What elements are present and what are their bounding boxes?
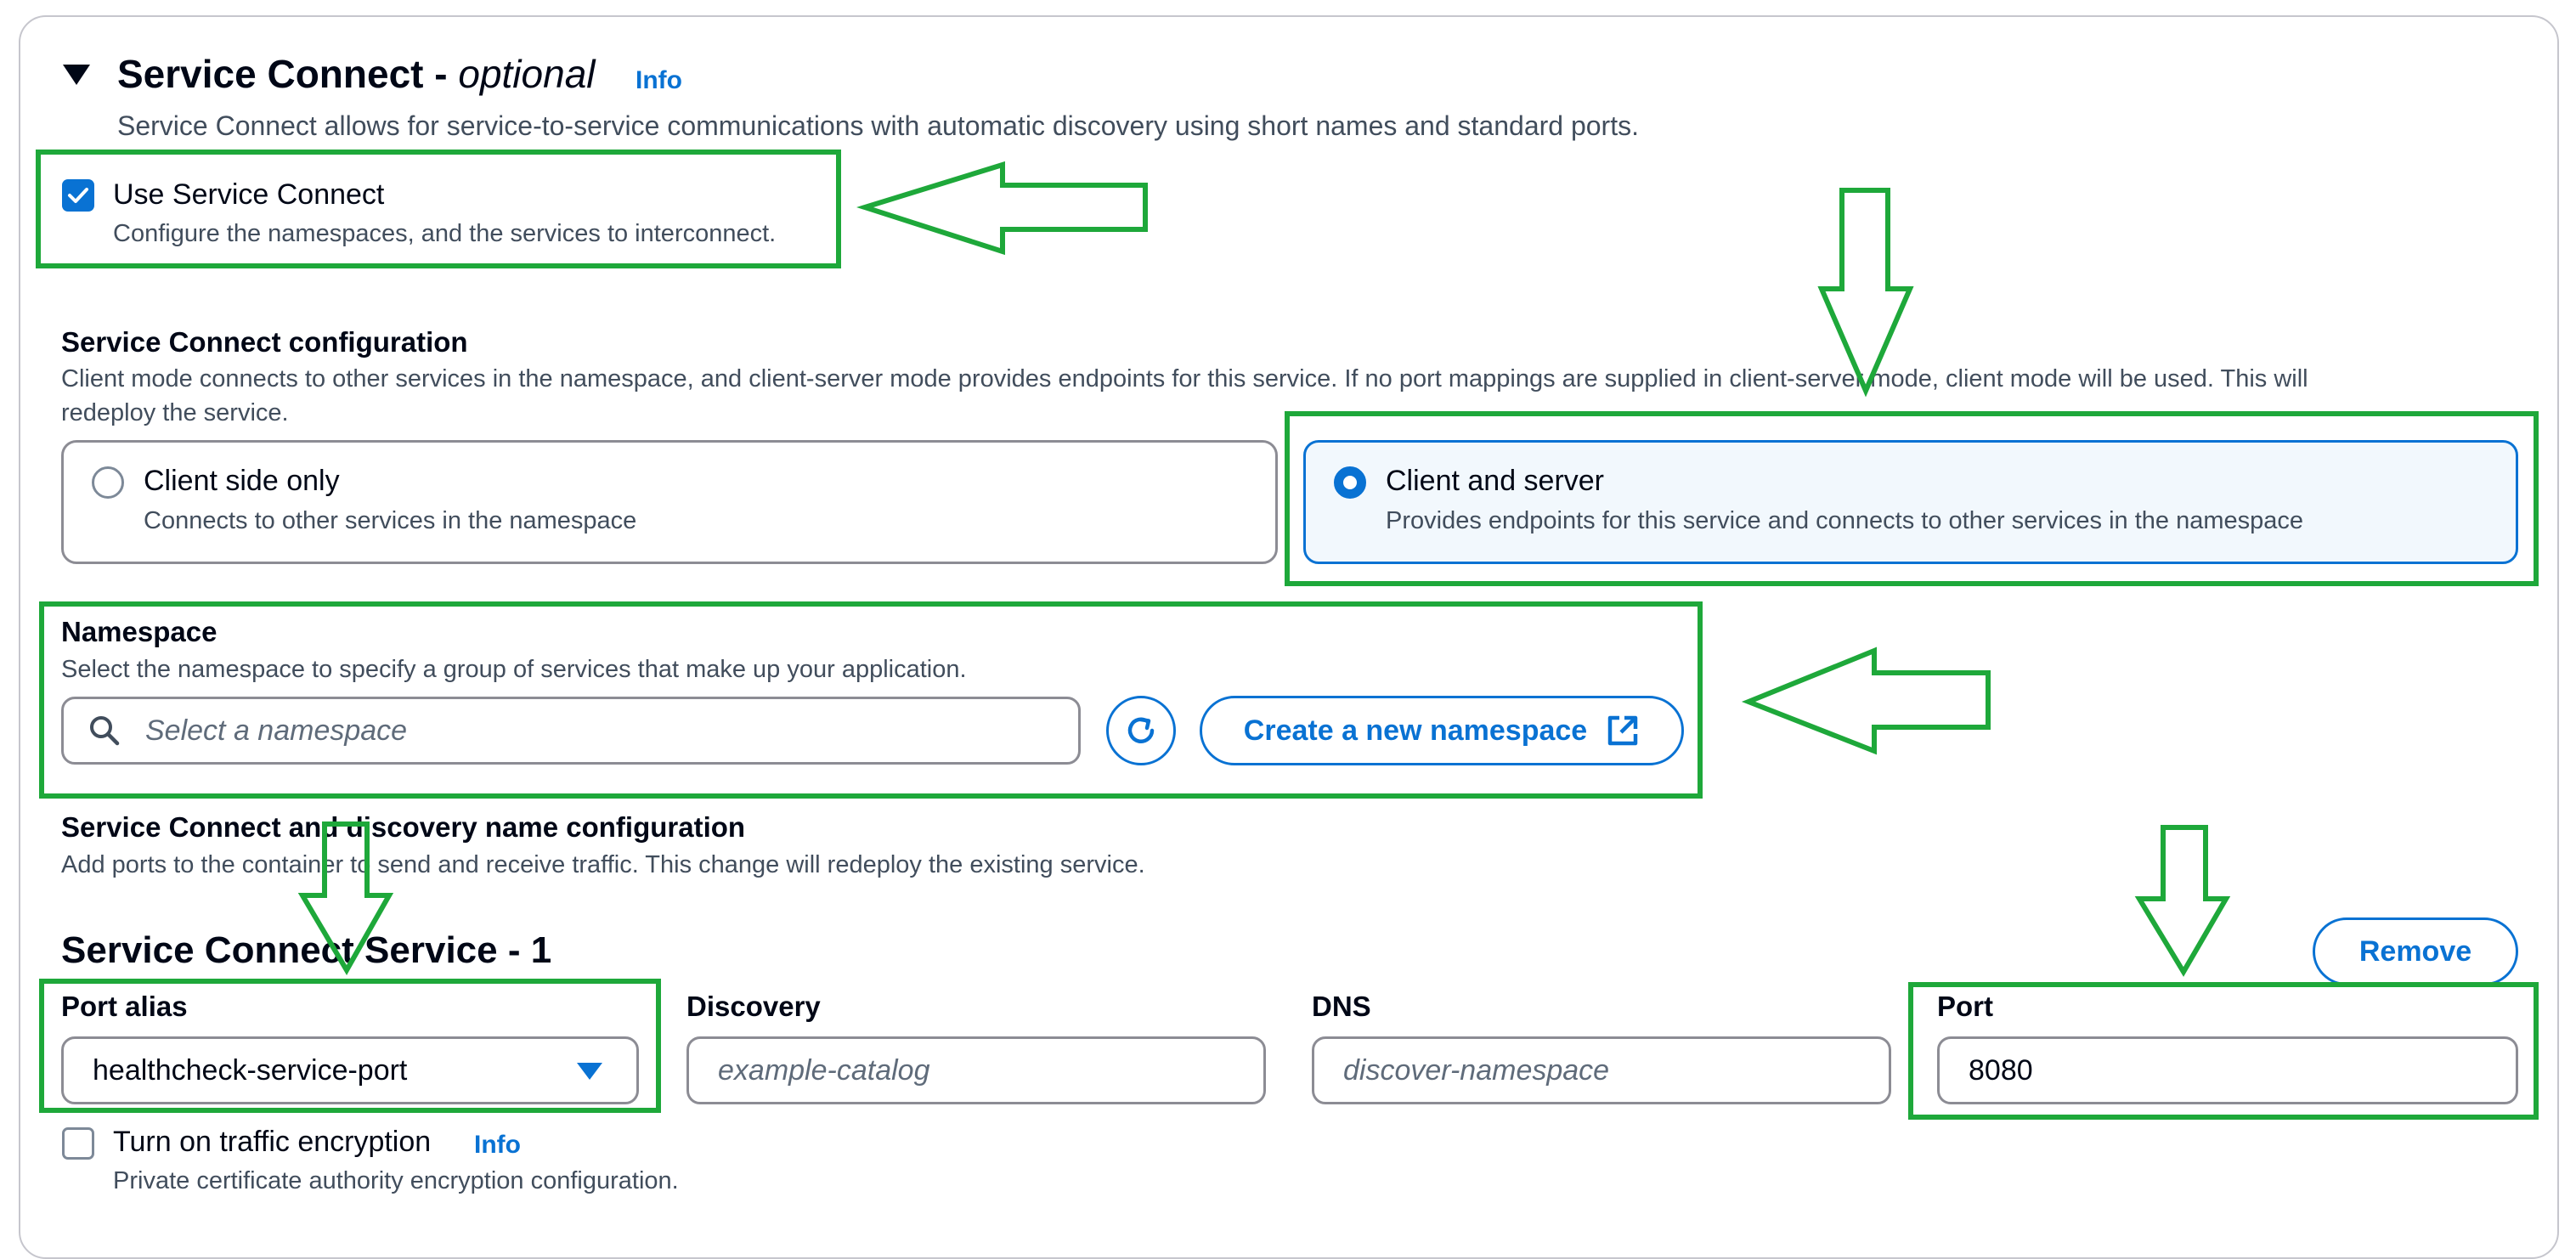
port-alias-value: healthcheck-service-port xyxy=(93,1053,408,1087)
namespace-description: Select the namespace to specify a group … xyxy=(61,656,967,683)
client-side-only-description: Connects to other services in the namesp… xyxy=(144,507,637,534)
dns-input[interactable]: discover-namespace xyxy=(1312,1036,1891,1104)
traffic-encryption-label[interactable]: Turn on traffic encryption xyxy=(113,1126,431,1159)
discovery-input[interactable]: example-catalog xyxy=(686,1036,1266,1104)
traffic-encryption-info-link[interactable]: Info xyxy=(474,1131,521,1160)
port-label: Port xyxy=(1937,991,1993,1022)
discovery-config-description: Add ports to the container to send and r… xyxy=(61,851,1145,878)
client-side-only-label: Client side only xyxy=(144,465,340,497)
port-value: 8080 xyxy=(1969,1053,2033,1087)
remove-button[interactable]: Remove xyxy=(2313,917,2518,985)
section-title: Service Connect - optional xyxy=(117,52,596,96)
config-description-line1: Client mode connects to other services i… xyxy=(61,365,2308,392)
discovery-placeholder: example-catalog xyxy=(718,1053,930,1087)
expand-caret-icon[interactable] xyxy=(63,63,90,91)
port-input[interactable]: 8080 xyxy=(1937,1036,2518,1104)
namespace-search-input[interactable]: Select a namespace xyxy=(61,697,1081,765)
refresh-button[interactable] xyxy=(1106,696,1176,765)
discovery-config-label: Service Connect and discovery name confi… xyxy=(61,811,746,843)
config-description-line2: redeploy the service. xyxy=(61,399,289,426)
refresh-icon xyxy=(1127,717,1155,743)
create-namespace-button[interactable]: Create a new namespace xyxy=(1200,696,1684,765)
dns-placeholder: discover-namespace xyxy=(1343,1053,1610,1087)
option-client-side-only[interactable]: Client side only Connects to other servi… xyxy=(61,440,1278,564)
use-service-connect-label[interactable]: Use Service Connect xyxy=(113,178,384,212)
use-service-connect-description: Configure the namespaces, and the servic… xyxy=(113,220,777,247)
dns-label: DNS xyxy=(1312,991,1371,1022)
port-alias-label: Port alias xyxy=(61,991,188,1022)
create-namespace-label: Create a new namespace xyxy=(1243,714,1588,747)
namespace-placeholder: Select a namespace xyxy=(145,714,408,747)
discovery-label: Discovery xyxy=(686,991,821,1022)
checkmark-icon xyxy=(68,188,88,203)
port-alias-select[interactable]: healthcheck-service-port xyxy=(61,1036,639,1104)
dropdown-caret-icon xyxy=(577,1063,602,1080)
section-description: Service Connect allows for service-to-se… xyxy=(117,110,1639,141)
option-client-and-server[interactable]: Client and server Provides endpoints for… xyxy=(1303,440,2518,564)
traffic-encryption-checkbox[interactable] xyxy=(62,1127,94,1160)
client-side-only-radio[interactable] xyxy=(92,466,124,499)
client-and-server-radio[interactable] xyxy=(1334,466,1366,499)
client-and-server-label: Client and server xyxy=(1386,465,1605,497)
traffic-encryption-description: Private certificate authority encryption… xyxy=(113,1167,679,1194)
search-icon xyxy=(90,716,120,746)
service-title: Service Connect Service - 1 xyxy=(61,929,552,971)
external-link-icon xyxy=(1607,715,1638,746)
namespace-label: Namespace xyxy=(61,616,217,647)
client-and-server-description: Provides endpoints for this service and … xyxy=(1386,507,2304,534)
config-label: Service Connect configuration xyxy=(61,326,468,358)
section-info-link[interactable]: Info xyxy=(636,66,682,95)
use-service-connect-checkbox[interactable] xyxy=(62,179,94,212)
